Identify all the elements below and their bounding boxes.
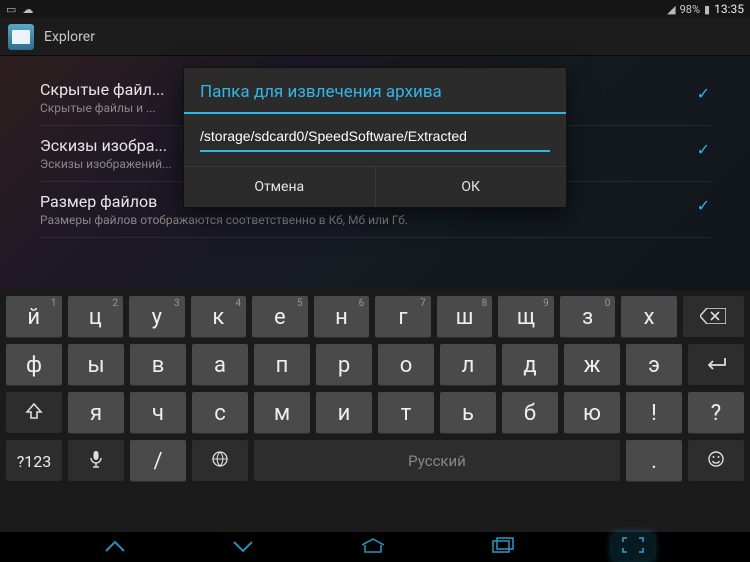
check-icon: ✓ bbox=[697, 140, 710, 159]
key-letter[interactable]: ю bbox=[564, 392, 620, 434]
status-right: ◢ 98% ▮ 13:35 bbox=[667, 2, 744, 16]
key-letter[interactable]: м bbox=[254, 392, 310, 434]
keyboard-row-3: я ч с м и т ь б ю ! ? bbox=[6, 392, 744, 434]
key-letter[interactable]: в bbox=[130, 344, 186, 386]
key-letter[interactable]: ? bbox=[688, 392, 744, 434]
key-letter[interactable]: т bbox=[378, 392, 434, 434]
cloud-icon: ☁ bbox=[22, 3, 33, 16]
soft-keyboard: 1й 2ц 3у 4к 5е 6н 7г 8ш 9щ 0з х ф ы в а … bbox=[0, 290, 750, 532]
key-letter[interactable]: л bbox=[440, 344, 496, 386]
nav-screenshot[interactable] bbox=[612, 533, 654, 561]
mic-icon bbox=[89, 449, 103, 474]
mic-key[interactable] bbox=[68, 440, 124, 482]
enter-icon bbox=[703, 353, 729, 378]
key-letter[interactable]: я bbox=[68, 392, 124, 434]
key-letter[interactable]: а bbox=[192, 344, 248, 386]
dot-key[interactable]: . bbox=[626, 440, 682, 482]
key-letter[interactable]: х bbox=[621, 296, 677, 338]
space-key[interactable]: Русский bbox=[254, 440, 620, 482]
key-letter[interactable]: 6н bbox=[314, 296, 370, 338]
key-letter[interactable]: о bbox=[378, 344, 434, 386]
key-letter[interactable]: ч bbox=[130, 392, 186, 434]
app-icon[interactable] bbox=[8, 24, 34, 50]
key-letter[interactable]: и bbox=[316, 392, 372, 434]
key-letter[interactable]: 7г bbox=[375, 296, 431, 338]
dialog-body bbox=[184, 124, 566, 166]
nav-home[interactable] bbox=[352, 537, 394, 557]
key-letter[interactable]: 2ц bbox=[68, 296, 124, 338]
backspace-key[interactable] bbox=[683, 296, 744, 338]
key-letter[interactable]: 4к bbox=[191, 296, 247, 338]
symbols-key[interactable]: ?123 bbox=[6, 440, 62, 482]
globe-icon bbox=[211, 449, 229, 474]
language-key[interactable] bbox=[192, 440, 248, 482]
keyboard-row-4: ?123 / Русский . bbox=[6, 440, 744, 482]
shift-icon bbox=[25, 401, 43, 426]
signal-icon: ◢ bbox=[667, 3, 675, 16]
key-letter[interactable]: 3у bbox=[129, 296, 185, 338]
navigation-bar bbox=[0, 532, 750, 562]
dialog-title: Папка для извлечения архива bbox=[184, 68, 566, 112]
key-letter[interactable]: 0з bbox=[560, 296, 616, 338]
battery-icon: ▮ bbox=[704, 3, 710, 16]
key-letter[interactable]: п bbox=[254, 344, 310, 386]
emoji-key[interactable] bbox=[688, 440, 744, 482]
extract-folder-dialog: Папка для извлечения архива Отмена ОК bbox=[183, 67, 567, 208]
key-letter[interactable]: 5е bbox=[252, 296, 308, 338]
status-bar: ▭ ☁ ◢ 98% ▮ 13:35 bbox=[0, 0, 750, 18]
clock: 13:35 bbox=[714, 2, 744, 16]
key-letter[interactable]: ! bbox=[626, 392, 682, 434]
check-icon: ✓ bbox=[697, 84, 710, 103]
key-letter[interactable]: 1й bbox=[6, 296, 62, 338]
key-letter[interactable]: ы bbox=[68, 344, 124, 386]
key-letter[interactable]: 9щ bbox=[498, 296, 554, 338]
cancel-button[interactable]: Отмена bbox=[184, 167, 375, 207]
ok-button[interactable]: ОК bbox=[375, 167, 567, 207]
keyboard-row-2: ф ы в а п р о л д ж э bbox=[6, 344, 744, 386]
app-title: Explorer bbox=[44, 29, 95, 45]
setting-subtitle: Размеры файлов отображаются соответствен… bbox=[40, 213, 710, 227]
screen: ▭ ☁ ◢ 98% ▮ 13:35 Explorer Скрытые файл.… bbox=[0, 0, 750, 562]
status-left: ▭ ☁ bbox=[6, 3, 33, 16]
key-letter[interactable]: д bbox=[502, 344, 558, 386]
extract-path-input[interactable] bbox=[200, 124, 550, 152]
key-letter[interactable]: ь bbox=[440, 392, 496, 434]
dialog-buttons: Отмена ОК bbox=[184, 166, 566, 207]
nav-back-down[interactable] bbox=[224, 538, 262, 557]
key-letter[interactable]: ж bbox=[564, 344, 620, 386]
key-letter[interactable]: э bbox=[626, 344, 682, 386]
key-letter[interactable]: б bbox=[502, 392, 558, 434]
key-letter[interactable]: р bbox=[316, 344, 372, 386]
smiley-icon bbox=[707, 449, 725, 474]
key-letter[interactable]: с bbox=[192, 392, 248, 434]
nav-back-up[interactable] bbox=[96, 538, 134, 557]
enter-key[interactable] bbox=[688, 344, 744, 386]
backspace-icon bbox=[700, 305, 726, 330]
nav-recent[interactable] bbox=[484, 537, 522, 557]
key-letter[interactable]: ф bbox=[6, 344, 62, 386]
check-icon: ✓ bbox=[697, 196, 710, 215]
battery-percent: 98% bbox=[680, 3, 700, 16]
dialog-divider bbox=[184, 112, 566, 114]
shift-key[interactable] bbox=[6, 392, 62, 434]
keyboard-row-1: 1й 2ц 3у 4к 5е 6н 7г 8ш 9щ 0з х bbox=[6, 296, 744, 338]
key-letter[interactable]: 8ш bbox=[437, 296, 493, 338]
app-bar: Explorer bbox=[0, 18, 750, 56]
hdd-icon: ▭ bbox=[6, 3, 16, 16]
slash-key[interactable]: / bbox=[130, 440, 186, 482]
